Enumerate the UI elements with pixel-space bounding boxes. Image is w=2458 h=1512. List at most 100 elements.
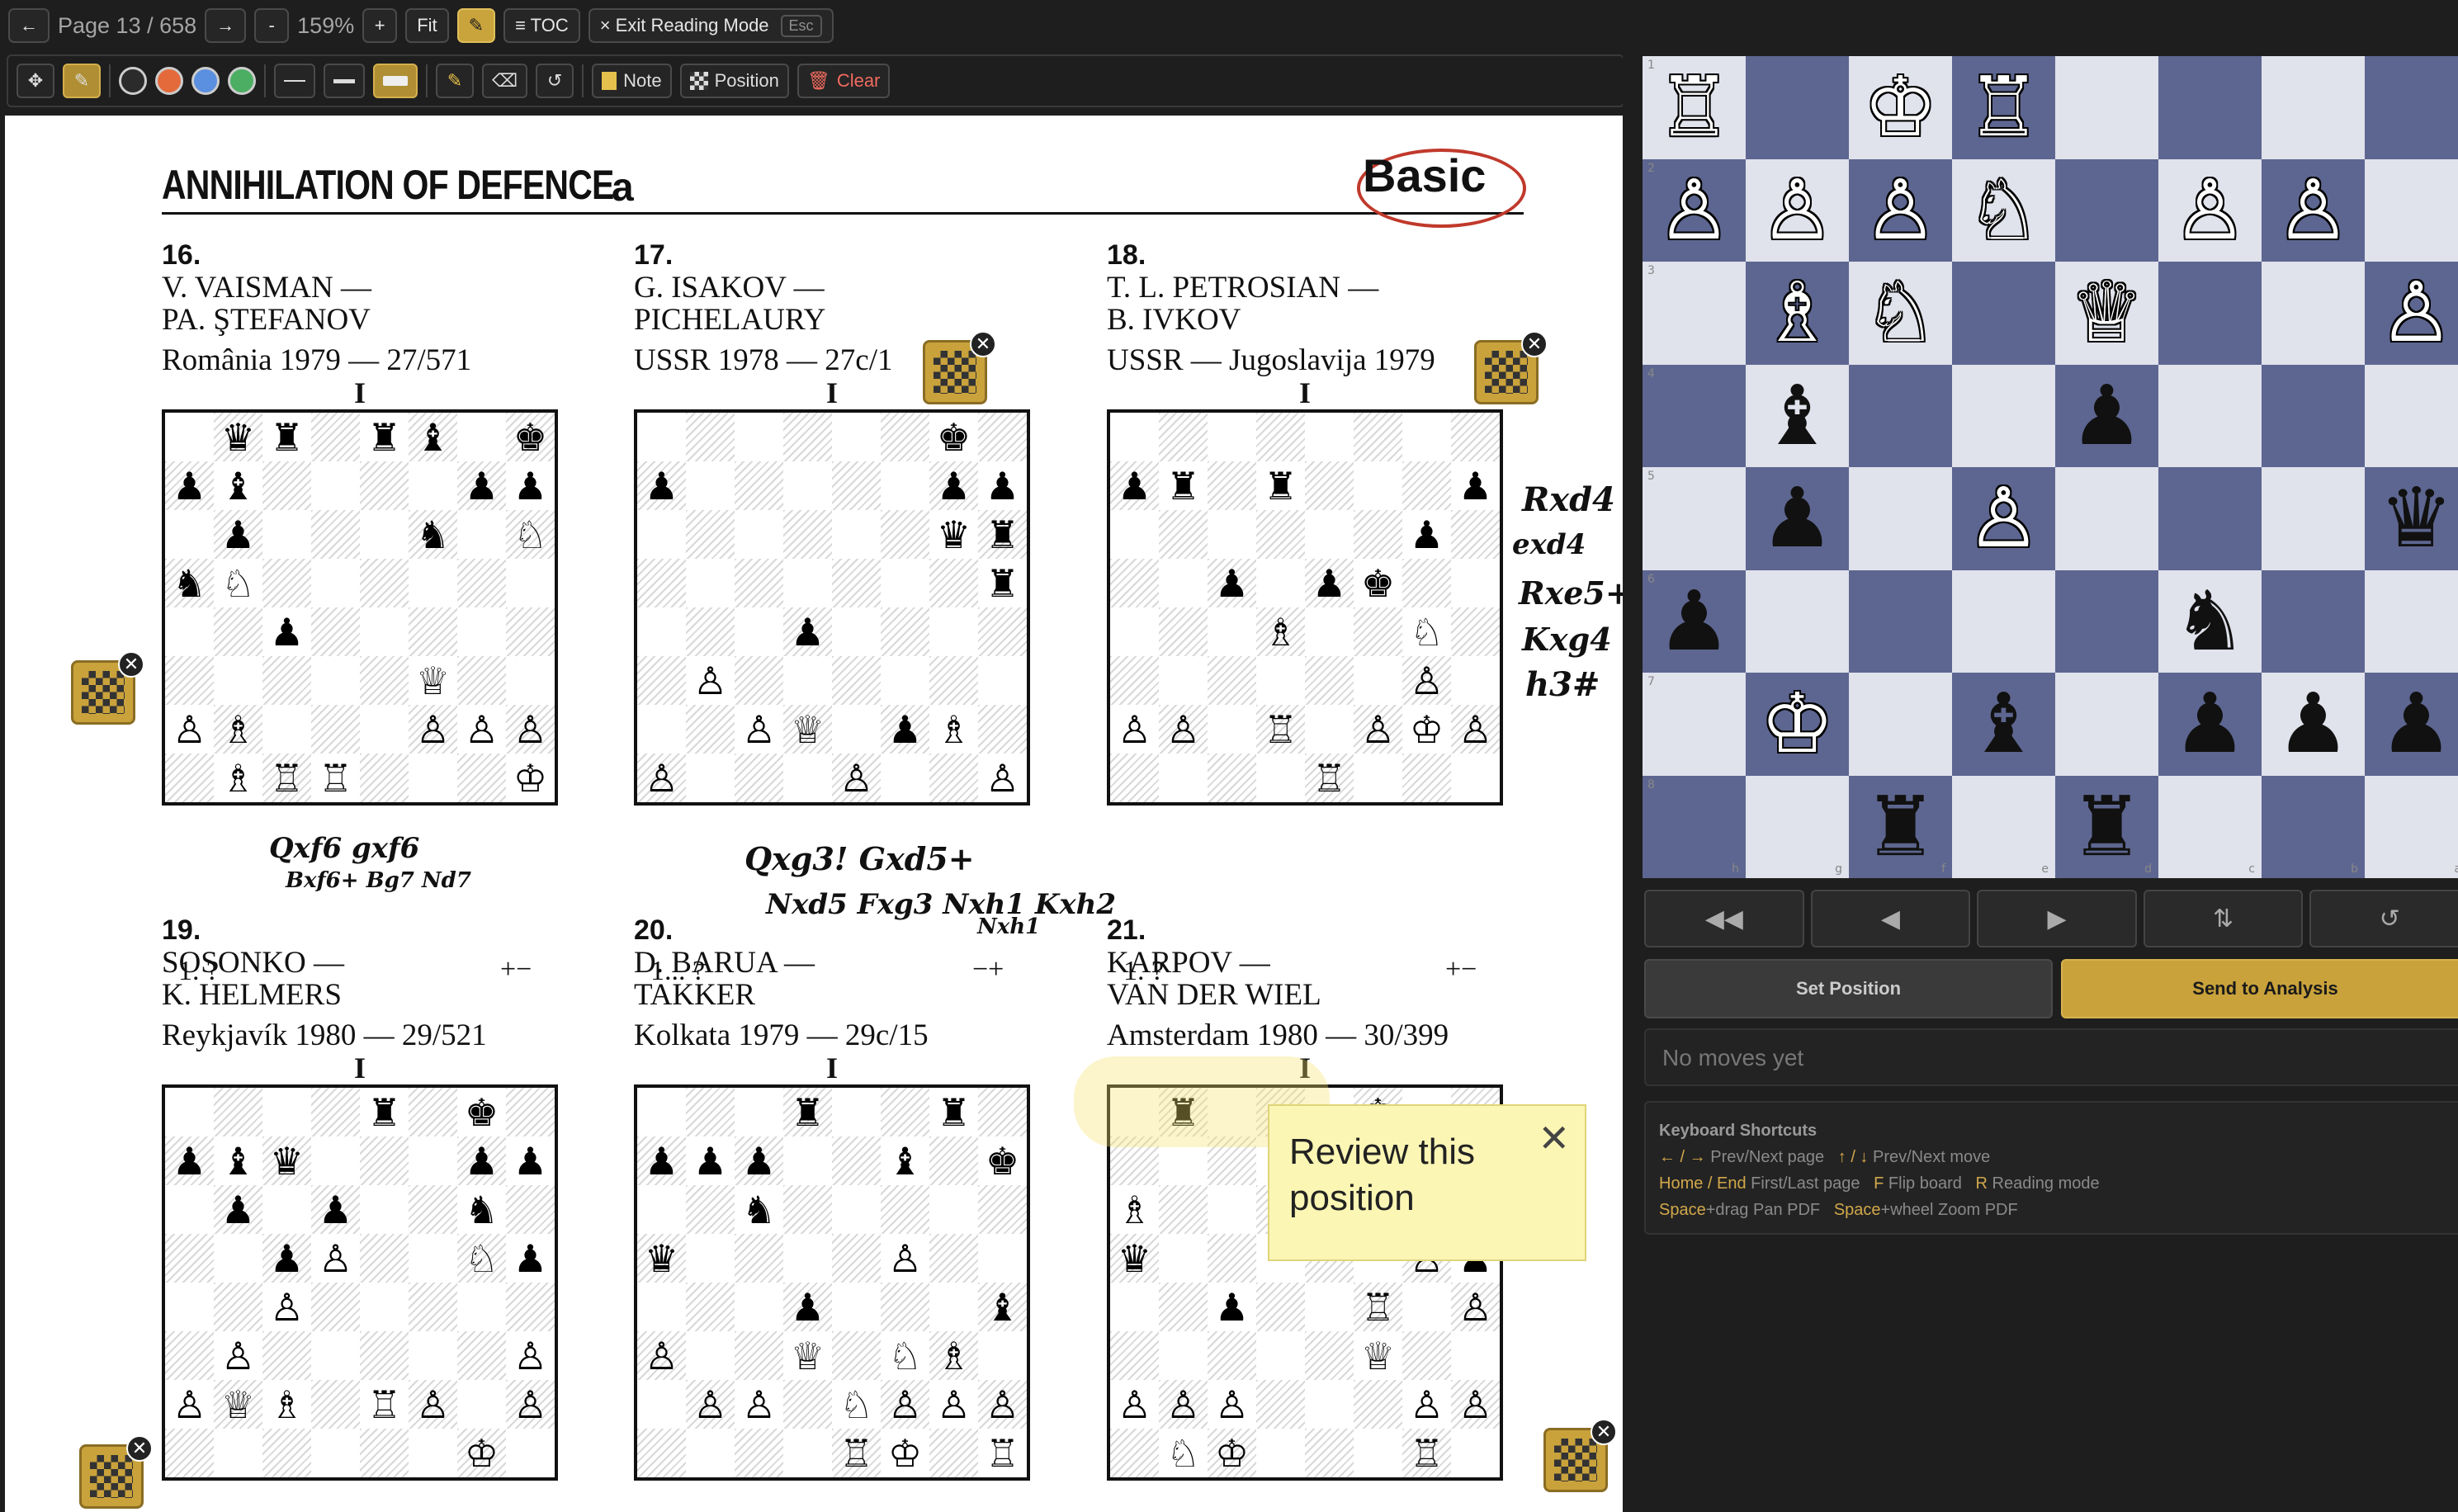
position-marker[interactable]: ✕ [79, 1435, 153, 1509]
board-square[interactable] [2055, 158, 2158, 262]
black-pawn-icon[interactable]: ♟ 6 [1643, 569, 1746, 673]
board-square[interactable] [2365, 364, 2458, 467]
board-square[interactable] [2262, 262, 2365, 365]
position-marker[interactable]: ✕ [923, 331, 996, 404]
zoom-in-button[interactable]: + [362, 8, 398, 43]
diagram-board[interactable]: ♚ ♟ ♟ ♟ ♛ ♜ ♜ ♟ ♙ ♙ ♕ ♟ ♗ ♙ ♙ ♙ [634, 409, 1030, 806]
board-square[interactable]: 8h [1643, 775, 1746, 878]
board-square[interactable] [2365, 158, 2458, 262]
board-square[interactable]: 4 [1643, 364, 1746, 467]
board-square[interactable] [1952, 364, 2055, 467]
black-bishop-icon[interactable]: ♝ [1952, 673, 2055, 776]
exit-reading-mode-button[interactable]: × Exit Reading Mode Esc [588, 8, 834, 43]
close-icon[interactable]: ✕ [126, 1435, 153, 1462]
close-icon[interactable]: ✕ [1521, 331, 1548, 357]
white-knight-icon[interactable]: ♘ [1952, 158, 2055, 262]
position-marker[interactable]: ✕ [1543, 1419, 1617, 1492]
annotate-toggle-button[interactable]: ✎ [456, 8, 496, 43]
black-pawn-icon[interactable]: ♟ [1746, 467, 1849, 570]
white-pawn-icon[interactable]: ♙ [2365, 262, 2458, 365]
board-square[interactable] [2365, 569, 2458, 673]
board-square[interactable] [2262, 56, 2365, 159]
white-rook-icon[interactable]: ♖ [1952, 56, 2055, 159]
board-square[interactable] [1746, 56, 1849, 159]
white-pawn-icon[interactable]: ♙ [1952, 467, 2055, 570]
board-square[interactable]: 5 [1643, 467, 1746, 570]
board-square[interactable] [2158, 56, 2262, 159]
black-bishop-icon[interactable]: ♝ [1746, 364, 1849, 467]
fit-button[interactable]: Fit [405, 8, 449, 43]
board-square[interactable]: g [1746, 775, 1849, 878]
board-square[interactable] [1746, 569, 1849, 673]
white-pawn-icon[interactable]: ♙ 2 [1643, 158, 1746, 262]
diagram-board[interactable]: ♜ ♚ ♟ ♝ ♛ ♟ ♟ ♟ ♟ ♞ ♟ ♙ ♘ ♟ ♙ ♙ ♙ ♙ ♕ ♗ ♖ ♙ ♙ ♔ [162, 1084, 558, 1481]
white-pawn-icon[interactable]: ♙ [1849, 158, 1952, 262]
prev-page-button[interactable]: ← [8, 8, 50, 43]
board-square[interactable]: c [2158, 775, 2262, 878]
add-note-button[interactable]: Note [592, 64, 672, 98]
toc-button[interactable]: ≡ TOC [503, 8, 580, 43]
set-position-button[interactable]: Set Position [1644, 959, 2053, 1018]
clear-button[interactable]: 🗑 Clear [796, 64, 891, 98]
sticky-note[interactable]: Review this position ✕ [1268, 1104, 1586, 1261]
color-black[interactable] [119, 67, 147, 95]
board-square[interactable]: 7 [1643, 673, 1746, 776]
board-square[interactable] [2055, 673, 2158, 776]
black-rook-icon[interactable]: ♜ f [1849, 775, 1952, 878]
close-icon[interactable]: ✕ [118, 651, 144, 678]
next-page-button[interactable]: → [205, 8, 247, 43]
board-square[interactable]: 3 [1643, 262, 1746, 365]
black-pawn-icon[interactable]: ♟ [2055, 364, 2158, 467]
send-to-analysis-button[interactable]: Send to Analysis [2061, 959, 2458, 1018]
pan-tool-button[interactable]: ✥ [17, 64, 54, 98]
white-pawn-icon[interactable]: ♙ [1746, 158, 1849, 262]
position-marker[interactable]: ✕ [71, 651, 144, 725]
white-queen-icon[interactable]: ♕ [2055, 262, 2158, 365]
white-knight-icon[interactable]: ♘ [1849, 262, 1952, 365]
board-square[interactable] [1849, 364, 1952, 467]
prev-move-button[interactable]: ◀ [1810, 890, 1971, 947]
color-blue[interactable] [191, 67, 220, 95]
reset-button[interactable]: ↺ [2309, 890, 2458, 947]
board-square[interactable] [2055, 569, 2158, 673]
board-square[interactable] [2055, 56, 2158, 159]
eraser-button[interactable]: ⌫ [482, 64, 528, 98]
board-square[interactable] [1849, 673, 1952, 776]
white-king-icon[interactable]: ♔ [1746, 673, 1849, 776]
black-knight-icon[interactable]: ♞ [2158, 569, 2262, 673]
close-icon[interactable]: ✕ [970, 331, 996, 357]
color-green[interactable] [228, 67, 256, 95]
note-text[interactable]: Review this position [1289, 1129, 1537, 1221]
diagram-board[interactable]: ♜ ♜ ♟ ♟ ♟ ♝ ♚ ♞ ♛ ♙ ♟ ♝ ♙ ♕ ♘ ♗ ♙ ♙ ♘ ♙ ♙ ♙ ♖ ♔ ♖ [634, 1084, 1030, 1481]
black-rook-icon[interactable]: ♜ d [2055, 775, 2158, 878]
board-square[interactable] [2365, 56, 2458, 159]
pen-tool-button[interactable]: ✎ [63, 64, 101, 98]
board-square[interactable]: a [2365, 775, 2458, 878]
white-pawn-icon[interactable]: ♙ [2262, 158, 2365, 262]
diagram-board[interactable]: ♛ ♜ ♜ ♝ ♚ ♟ ♝ ♟ ♟ ♟ ♞ ♘ ♞ ♘ ♟ ♕ ♙ ♗ ♙ ♙ ♙ ♗ ♖ ♖ ♔ [162, 409, 558, 806]
chess-board[interactable]: ♖ 1 ♔ ♖ ♙ 2 ♙ ♙ ♘ ♙ ♙ 3 ♗ ♘ ♕ ♙ 4 ♝ ♟ 5 ♟ ♙ ♛ ♟ 6 ♞ 7 ♔ ♝ ♟ ♟ ♟ 8 h g ♜ f e ♜ d… [1643, 56, 2458, 878]
stroke-thick-button[interactable] [373, 64, 418, 98]
board-square[interactable] [1849, 467, 1952, 570]
undo-button[interactable]: ↺ [536, 64, 574, 98]
board-square[interactable] [2158, 262, 2262, 365]
next-move-button[interactable]: ▶ [1977, 890, 2137, 947]
black-pawn-icon[interactable]: ♟ [2158, 673, 2262, 776]
board-square[interactable] [2055, 467, 2158, 570]
zoom-out-button[interactable]: - [254, 8, 290, 43]
black-pawn-icon[interactable]: ♟ [2262, 673, 2365, 776]
color-orange[interactable] [155, 67, 183, 95]
board-square[interactable] [2158, 364, 2262, 467]
first-move-button[interactable]: ◀◀ [1644, 890, 1804, 947]
flip-board-button[interactable]: ⇅ [2143, 890, 2304, 947]
white-bishop-icon[interactable]: ♗ [1746, 262, 1849, 365]
position-marker[interactable]: ✕ [1474, 331, 1548, 404]
black-queen-icon[interactable]: ♛ [2365, 467, 2458, 570]
stroke-thin-button[interactable] [274, 64, 315, 98]
board-square[interactable] [2262, 569, 2365, 673]
board-square[interactable] [1952, 262, 2055, 365]
diagram-board[interactable]: ♟ ♜ ♜ ♟ ♟ ♟ ♟ ♚ ♗ ♘ ♙ ♙ ♙ ♖ ♙ ♔ ♙ ♖ [1107, 409, 1503, 806]
highlighter-button[interactable]: ✎ [436, 64, 474, 98]
board-square[interactable] [1952, 569, 2055, 673]
stroke-medium-button[interactable] [324, 64, 365, 98]
